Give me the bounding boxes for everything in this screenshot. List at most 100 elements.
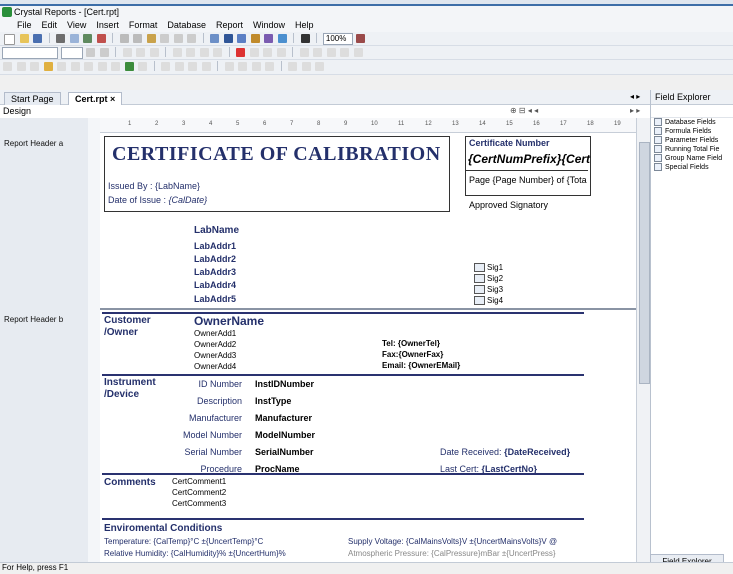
bold-icon[interactable] [122, 48, 132, 57]
insert-line-icon[interactable] [84, 62, 94, 71]
tab-scroll-icon[interactable]: ◂ ▸ [630, 92, 640, 101]
nav-icon-10[interactable] [301, 62, 311, 71]
new-icon[interactable] [4, 34, 15, 45]
percent-icon[interactable] [326, 48, 336, 57]
serial-number-field[interactable]: SerialNumber [255, 447, 314, 457]
cut-icon[interactable] [119, 34, 129, 43]
manufacturer-field[interactable]: Manufacturer [255, 413, 312, 423]
paste-icon[interactable] [146, 34, 156, 43]
field-explorer-icon[interactable] [277, 34, 287, 43]
open-icon[interactable] [19, 34, 29, 43]
cert-comment1-field[interactable]: CertComment1 [172, 477, 226, 486]
insert-crosstab-icon[interactable] [43, 62, 53, 71]
lab-addr4-field[interactable]: LabAddr4 [194, 280, 236, 290]
sig4-field[interactable]: Sig4 [474, 296, 503, 306]
model-number-field[interactable]: ModelNumber [255, 430, 315, 440]
increase-decimals-icon[interactable] [340, 48, 350, 57]
cert-comment3-field[interactable]: CertComment3 [172, 499, 226, 508]
fe-parameter-fields[interactable]: Parameter Fields [651, 136, 733, 145]
customer-label[interactable]: Customer [104, 315, 151, 326]
nav-icon-6[interactable] [238, 62, 248, 71]
refresh-icon[interactable] [96, 34, 106, 43]
fe-special-fields[interactable]: Special Fields [651, 163, 733, 172]
nav-icon-3[interactable] [188, 62, 198, 71]
fe-running-total-fields[interactable]: Running Total Fie [651, 145, 733, 154]
redo-icon[interactable] [187, 34, 197, 43]
italic-icon[interactable] [136, 48, 146, 57]
close-icon[interactable]: × [110, 94, 115, 104]
insert-subreport-icon[interactable] [70, 62, 80, 71]
pressure-field[interactable]: Atmospheric Pressure: {CalPressure}mBar … [348, 549, 556, 558]
supply-voltage-field[interactable]: Supply Voltage: {CalMainsVolts}V ±{Uncer… [348, 537, 557, 546]
lock-format-icon[interactable] [276, 48, 286, 57]
insert-map-icon[interactable] [138, 62, 148, 71]
nav-icon-2[interactable] [174, 62, 184, 71]
insert-picture-icon[interactable] [111, 62, 121, 71]
inst-id-number-field[interactable]: InstIDNumber [255, 379, 314, 389]
justify-icon[interactable] [213, 48, 223, 57]
menu-window[interactable]: Window [248, 19, 290, 32]
print-icon[interactable] [56, 34, 66, 43]
grow-font-icon[interactable] [86, 48, 96, 57]
vertical-scrollbar[interactable] [636, 118, 651, 568]
tab-start-page[interactable]: Start Page [4, 92, 61, 105]
owner-tel-field[interactable]: Tel: {OwnerTel} [382, 339, 440, 348]
insert-group-icon[interactable] [16, 62, 26, 71]
model-number-label[interactable]: Model Number [160, 430, 242, 440]
lab-addr5-field[interactable]: LabAddr5 [194, 294, 236, 304]
export-icon[interactable] [83, 34, 93, 43]
lab-addr3-field[interactable]: LabAddr3 [194, 267, 236, 277]
decrease-decimals-icon[interactable] [353, 48, 363, 57]
menu-view[interactable]: View [62, 19, 91, 32]
instrument-label[interactable]: Instrument [104, 377, 156, 388]
fe-formula-fields[interactable]: Formula Fields [651, 127, 733, 136]
menu-file[interactable]: File [12, 19, 37, 32]
menu-report[interactable]: Report [211, 19, 248, 32]
formula-workshop-icon[interactable] [264, 34, 274, 43]
owner-add2-field[interactable]: OwnerAdd2 [194, 340, 236, 349]
owner-add4-field[interactable]: OwnerAdd4 [194, 362, 236, 371]
thousands-icon[interactable] [313, 48, 323, 57]
page-nav-icons[interactable]: ⊕ ⊟ ◂ ◂ [510, 106, 538, 115]
comments-label[interactable]: Comments [104, 477, 156, 488]
nav-toolbar-icon[interactable] [161, 62, 171, 71]
align-left-icon[interactable] [172, 48, 182, 57]
insert-summary-icon[interactable] [30, 62, 40, 71]
cert-number-field[interactable]: {CertNumPrefix}{Cert [468, 152, 590, 166]
nav-icon-8[interactable] [265, 62, 275, 71]
date-received-field[interactable]: Date Received: {DateReceived} [440, 447, 570, 457]
align-center-icon[interactable] [186, 48, 196, 57]
section-label-header-b[interactable]: Report Header b [4, 315, 63, 324]
owner-email-field[interactable]: Email: {OwnerEMail} [382, 361, 460, 370]
undo-icon[interactable] [173, 34, 183, 43]
lab-addr2-field[interactable]: LabAddr2 [194, 254, 236, 264]
device-label[interactable]: /Device [104, 389, 139, 400]
insert-text-object-icon[interactable] [3, 62, 12, 71]
insert-chart-icon[interactable] [124, 62, 134, 71]
design-scroll-icon[interactable]: ▸ ▸ [630, 106, 640, 115]
select-expert-icon[interactable] [237, 34, 247, 43]
help-pointer-icon[interactable] [356, 34, 366, 43]
print-preview-icon[interactable] [69, 34, 79, 43]
description-label[interactable]: Description [160, 396, 242, 406]
section-label-header-a[interactable]: Report Header a [4, 139, 63, 148]
align-right-icon[interactable] [199, 48, 209, 57]
fe-database-fields[interactable]: Database Fields [651, 118, 733, 127]
cal-date-field[interactable]: {CalDate} [169, 195, 208, 205]
temperature-field[interactable]: Temperature: {CalTemp}°C ±{UncertTemp}°C [104, 537, 263, 546]
font-name-combo[interactable] [2, 47, 58, 59]
nav-icon-11[interactable] [315, 62, 325, 71]
fe-group-name-fields[interactable]: Group Name Field [651, 154, 733, 163]
humidity-field[interactable]: Relative Humidity: {CalHumidity}% ±{Unce… [104, 549, 286, 558]
owner-name-field[interactable]: OwnerName [194, 314, 264, 328]
menu-format[interactable]: Format [124, 19, 163, 32]
section-expert-icon[interactable] [250, 34, 260, 43]
sig3-field[interactable]: Sig3 [474, 285, 503, 295]
save-icon[interactable] [33, 34, 43, 43]
sig1-field[interactable]: Sig1 [474, 263, 503, 273]
owner-fax-field[interactable]: Fax:{OwnerFax} [382, 350, 443, 359]
nav-icon-4[interactable] [201, 62, 211, 71]
format-painter-icon[interactable] [160, 34, 170, 43]
menu-insert[interactable]: Insert [91, 19, 124, 32]
nav-icon-5[interactable] [224, 62, 234, 71]
